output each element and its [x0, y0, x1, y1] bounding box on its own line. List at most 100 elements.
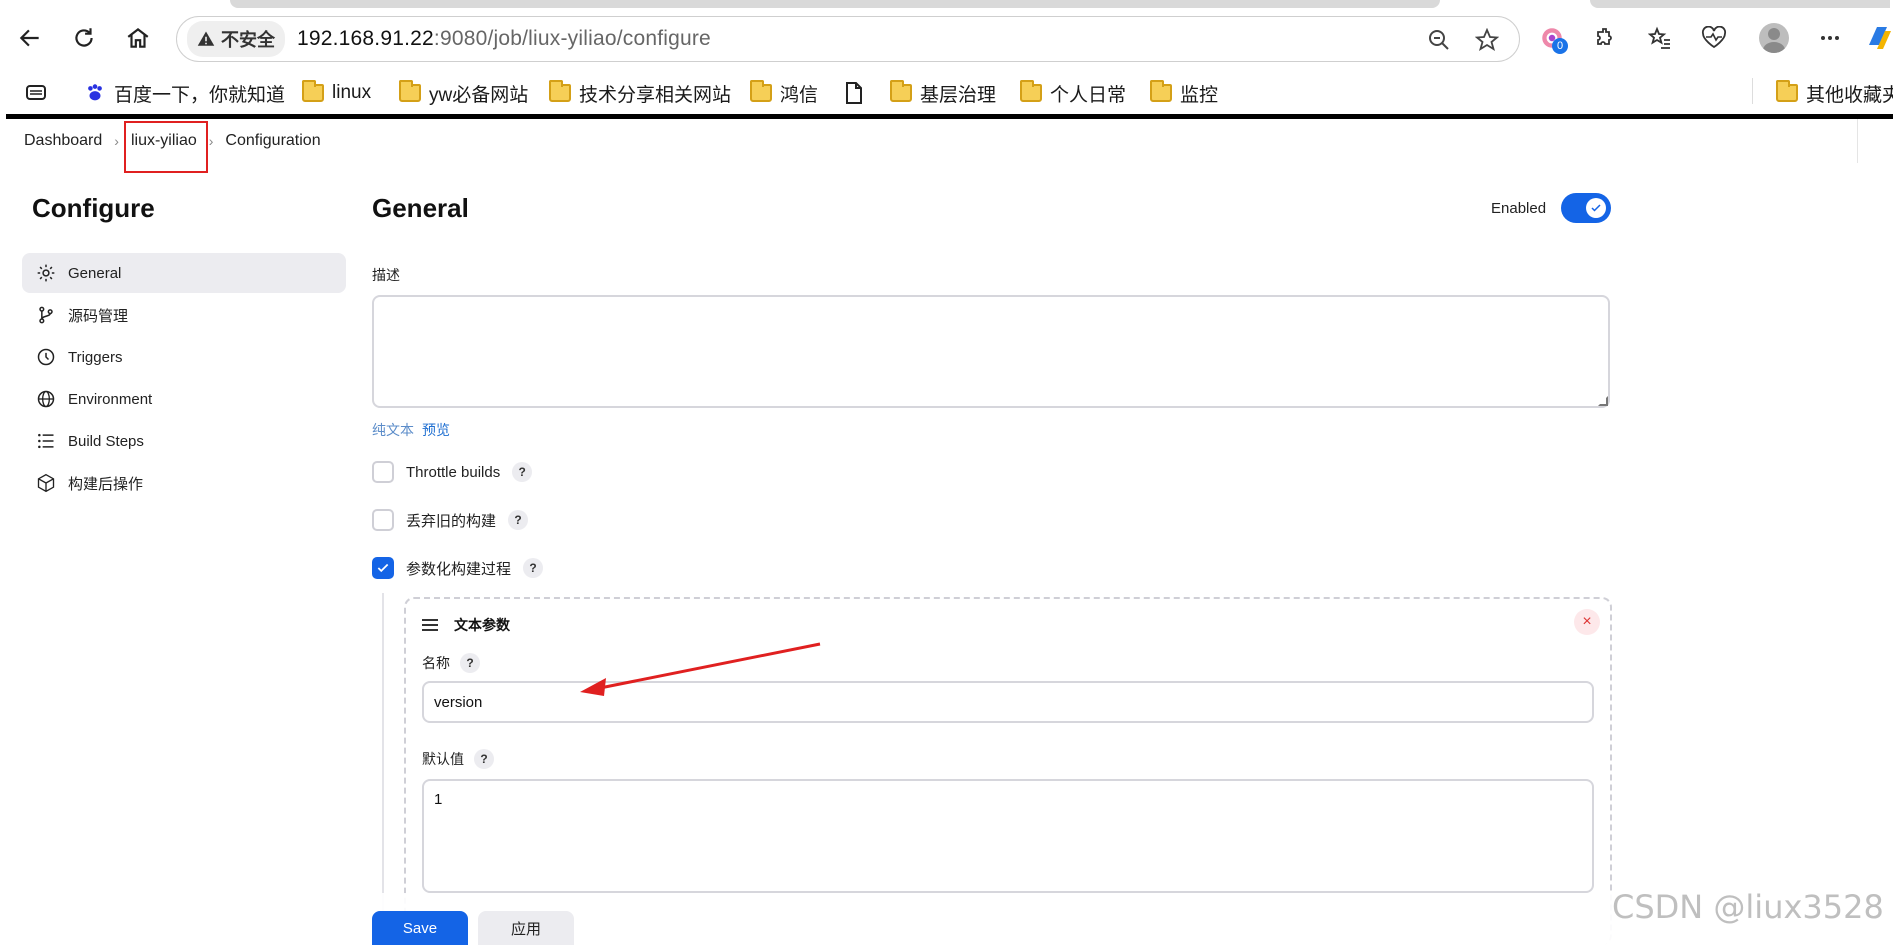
star-icon [1475, 28, 1499, 51]
parameterized-checkbox[interactable] [372, 557, 394, 579]
chevron-right-icon: › [208, 133, 214, 149]
folder-icon [1020, 80, 1042, 102]
puzzle-icon [1597, 28, 1612, 45]
address-bar[interactable]: 不安全 192.168.91.22:9080/job/liux-yiliao/c… [176, 16, 1520, 62]
page-title: Configure [32, 193, 155, 223]
warning-icon [197, 31, 215, 46]
throttle-builds-checkbox[interactable] [372, 461, 394, 483]
bookmark-tech[interactable]: 技术分享相关网站 [549, 78, 731, 108]
parameter-header: 文本参数 [422, 615, 510, 635]
save-button[interactable]: Save [372, 911, 468, 945]
folder-icon [399, 80, 421, 102]
favorites-button[interactable] [1642, 20, 1678, 56]
bookmarks-toggle[interactable] [24, 78, 48, 108]
back-button[interactable] [12, 20, 48, 56]
parameter-default-textarea[interactable]: 1 [422, 779, 1594, 893]
help-icon[interactable]: ? [523, 558, 544, 578]
breadcrumb: Dashboard › liux-yiliao › Configuration [6, 119, 1893, 163]
baidu-paw-icon [88, 84, 102, 101]
drag-handle-icon[interactable] [422, 619, 438, 631]
bookmark-file[interactable] [844, 78, 864, 108]
default-value-label: 默认值 [422, 751, 464, 767]
option-label: Throttle builds [406, 463, 501, 481]
sidebar-item-general[interactable]: General [22, 253, 346, 293]
home-button[interactable] [120, 20, 156, 56]
cube-icon [36, 473, 56, 493]
bookmark-monitor[interactable]: 监控 [1150, 78, 1218, 108]
extension-button[interactable]: 0 [1534, 20, 1570, 56]
parameter-name-input[interactable]: version [422, 681, 1594, 723]
reload-button[interactable] [66, 20, 102, 56]
sidebar-item-environment[interactable]: Environment [22, 379, 346, 419]
bookmark-hongxin[interactable]: 鸿信 [750, 78, 818, 108]
default-label-row: 默认值 ? [422, 749, 494, 769]
clock-icon [36, 347, 56, 367]
extensions-button[interactable] [1588, 20, 1624, 56]
bookmark-label: 个人日常 [1050, 84, 1127, 106]
check-icon [1586, 198, 1607, 218]
copilot-button[interactable] [1862, 20, 1893, 56]
sidebar-item-build-steps[interactable]: Build Steps [22, 421, 346, 461]
more-menu-button[interactable] [1812, 20, 1848, 56]
sidebar-item-label: Build Steps [68, 432, 144, 450]
bookmark-personal[interactable]: 个人日常 [1020, 78, 1126, 108]
zoom-out-icon [1429, 30, 1449, 50]
url-text[interactable]: 192.168.91.22:9080/job/liux-yiliao/confi… [297, 27, 711, 51]
bookmark-yw[interactable]: yw必备网站 [399, 78, 528, 108]
heart-pulse-icon [1702, 26, 1726, 49]
collections-icon [26, 85, 46, 100]
folder-icon [750, 80, 772, 102]
remove-parameter-button[interactable]: × [1574, 609, 1600, 635]
bookmark-baidu[interactable]: 百度一下，你就知道 [84, 78, 285, 108]
globe-icon [36, 389, 56, 409]
bookmark-label: 鸿信 [780, 84, 819, 106]
enabled-toggle[interactable] [1561, 193, 1612, 223]
option-parameterized: 参数化构建过程 ? [372, 557, 544, 579]
section-title: General [372, 193, 469, 223]
option-discard-old-builds: 丢弃旧的构建 ? [372, 509, 529, 531]
help-icon[interactable]: ? [474, 749, 494, 769]
folder-icon [549, 80, 571, 102]
health-button[interactable] [1696, 20, 1732, 56]
plain-text-link[interactable]: 纯文本 [372, 420, 414, 440]
sidebar-item-label: Environment [68, 390, 153, 408]
help-icon[interactable]: ? [508, 510, 529, 530]
folder-icon [1150, 80, 1172, 102]
preview-link[interactable]: 预览 [422, 420, 450, 440]
description-textarea[interactable] [372, 295, 1610, 408]
bookmark-label: 监控 [1180, 84, 1219, 106]
bookmarks-separator [1752, 78, 1753, 104]
sidebar-item-scm[interactable]: 源码管理 [22, 295, 346, 335]
sidebar-item-label: 源码管理 [68, 307, 129, 325]
bookmark-linux[interactable]: linux [302, 78, 371, 108]
more-dots-icon [1821, 36, 1839, 40]
security-indicator[interactable]: 不安全 [187, 21, 285, 57]
sidebar-item-post-build[interactable]: 构建后操作 [22, 463, 346, 503]
sidebar-item-triggers[interactable]: Triggers [22, 337, 346, 377]
help-icon[interactable]: ? [460, 653, 480, 673]
gear-icon [36, 263, 56, 283]
breadcrumb-configuration[interactable]: Configuration [225, 132, 320, 150]
folder-icon [1776, 80, 1798, 102]
file-icon [846, 82, 862, 104]
branch-icon [36, 305, 56, 325]
apply-button[interactable]: 应用 [478, 911, 574, 945]
option-throttle-builds: Throttle builds ? [372, 461, 533, 483]
extension-badge: 0 [1552, 38, 1568, 54]
option-label: 参数化构建过程 [406, 560, 512, 578]
favorite-button[interactable] [1473, 26, 1501, 54]
option-label: 丢弃旧的构建 [406, 512, 497, 530]
profile-button[interactable] [1756, 20, 1792, 56]
discard-old-builds-checkbox[interactable] [372, 509, 394, 531]
bookmark-jiceng[interactable]: 基层治理 [890, 78, 996, 108]
parameter-type-label: 文本参数 [454, 617, 510, 633]
folder-icon [302, 80, 324, 102]
help-icon[interactable]: ? [512, 462, 533, 482]
bookmark-other[interactable]: 其他收藏夹 [1776, 78, 1893, 108]
breadcrumb-dashboard[interactable]: Dashboard [24, 132, 102, 150]
configure-page: Configure General 源码管理 Triggers Environm… [6, 163, 1893, 945]
zoom-button[interactable] [1425, 26, 1453, 54]
bookmark-label: 其他收藏夹 [1806, 84, 1893, 106]
browser-toolbar: 不安全 192.168.91.22:9080/job/liux-yiliao/c… [0, 0, 1893, 78]
sidebar-item-label: Triggers [68, 348, 123, 366]
